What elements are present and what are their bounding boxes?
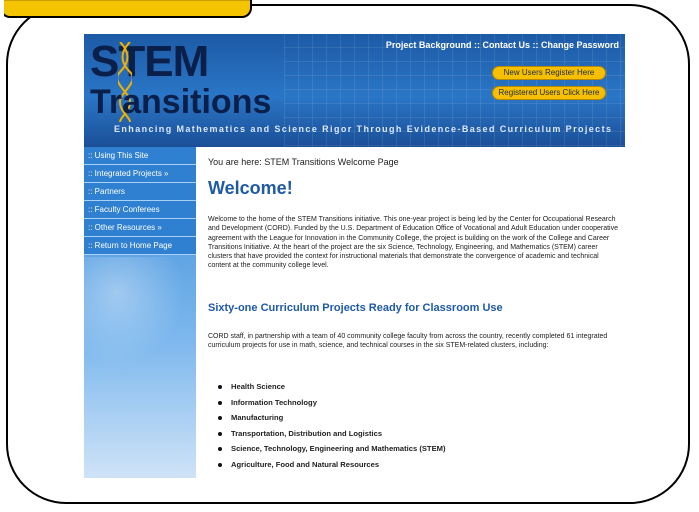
new-users-register-button[interactable]: New Users Register Here — [493, 67, 605, 79]
sidebar-decoration — [84, 257, 196, 377]
sidebar-item-return-home[interactable]: :: Return to Home Page — [84, 237, 196, 255]
change-password-link[interactable]: Change Password — [541, 40, 619, 50]
sidebar-item-partners[interactable]: :: Partners — [84, 183, 196, 201]
list-item: Agriculture, Food and Natural Resources — [216, 457, 446, 473]
top-links: Project Background :: Contact Us :: Chan… — [386, 40, 619, 50]
intro-paragraph: Welcome to the home of the STEM Transiti… — [208, 216, 618, 270]
section-heading: Sixty-one Curriculum Projects Ready for … — [208, 302, 503, 314]
sidebar-nav: :: Using This Site :: Integrated Project… — [84, 147, 196, 478]
site-header: STEM Transitions Project Background :: C… — [84, 34, 625, 147]
list-item: Information Technology — [216, 395, 446, 411]
highlight-tab — [0, 0, 252, 18]
project-background-link[interactable]: Project Background — [386, 40, 472, 50]
sidebar-item-other-resources[interactable]: :: Other Resources » — [84, 219, 196, 237]
contact-us-link[interactable]: Contact Us — [482, 40, 530, 50]
list-item: Science, Technology, Engineering and Mat… — [216, 441, 446, 457]
registered-users-button[interactable]: Registered Users Click Here — [493, 87, 605, 99]
logo-stem[interactable]: STEM — [90, 40, 209, 84]
breadcrumb: You are here: STEM Transitions Welcome P… — [208, 157, 399, 167]
list-item: Manufacturing — [216, 410, 446, 426]
link-separator: :: — [471, 40, 483, 50]
body-paragraph: CORD staff, in partnership with a team o… — [208, 333, 608, 350]
sidebar-item-using-this-site[interactable]: :: Using This Site — [84, 147, 196, 165]
link-separator: :: — [529, 40, 541, 50]
list-item: Health Science — [216, 379, 446, 395]
list-item: Transportation, Distribution and Logisti… — [216, 426, 446, 442]
page-title: Welcome! — [208, 178, 293, 198]
sidebar-item-integrated-projects[interactable]: :: Integrated Projects » — [84, 165, 196, 183]
sidebar-item-faculty-conferees[interactable]: :: Faculty Conferees — [84, 201, 196, 219]
website: STEM Transitions Project Background :: C… — [84, 34, 625, 478]
clusters-list: Health Science Information Technology Ma… — [216, 379, 446, 473]
site-tagline: Enhancing Mathematics and Science Rigor … — [114, 124, 613, 134]
logo-transitions[interactable]: Transitions — [90, 84, 271, 120]
main-content: You are here: STEM Transitions Welcome P… — [196, 147, 625, 478]
